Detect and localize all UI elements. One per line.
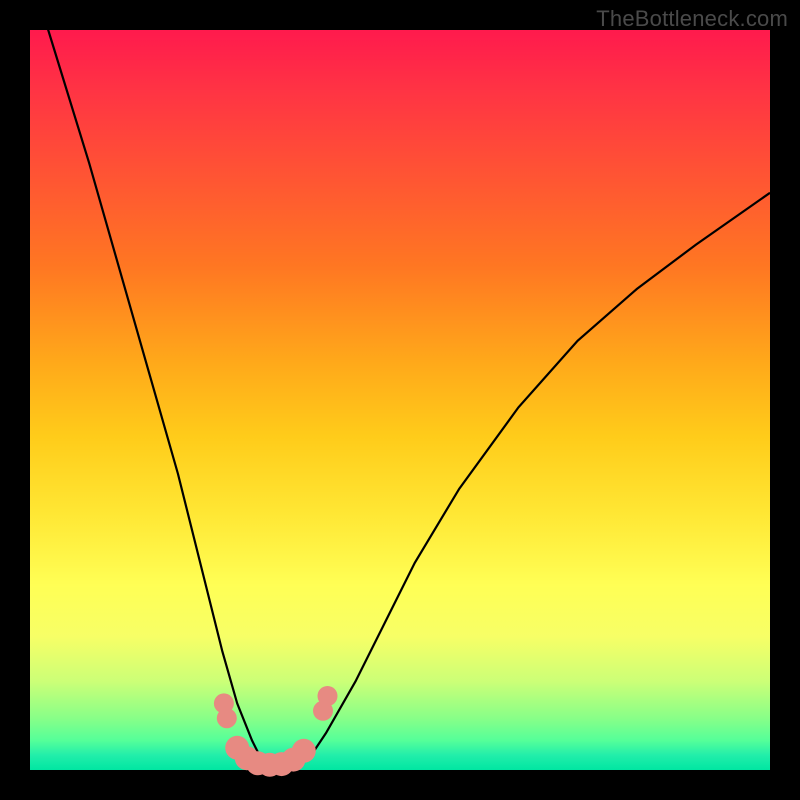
chart-marker [217, 708, 237, 728]
chart-svg [30, 30, 770, 770]
chart-marker [318, 686, 338, 706]
bottleneck-curve [30, 0, 770, 763]
chart-frame: TheBottleneck.com [0, 0, 800, 800]
chart-markers [214, 686, 338, 777]
chart-marker [292, 739, 316, 763]
attribution-text: TheBottleneck.com [596, 6, 788, 32]
chart-plot-area [30, 30, 770, 770]
